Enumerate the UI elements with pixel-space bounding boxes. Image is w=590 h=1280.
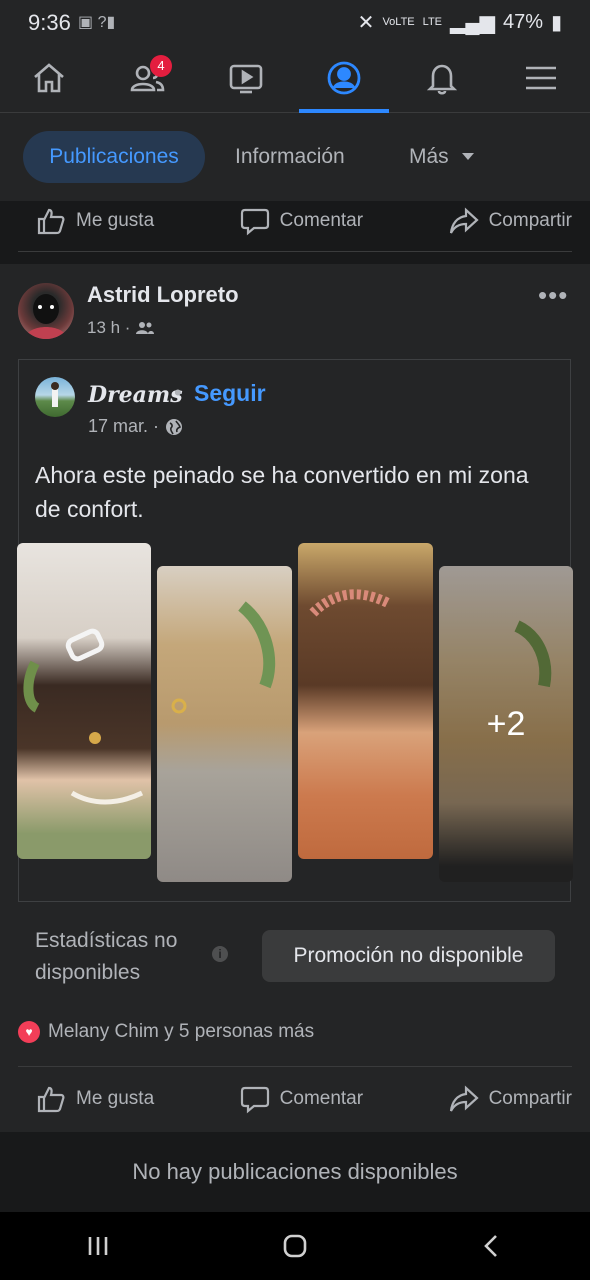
reactions-summary[interactable]: ♥ Melany Chim y 5 personas más <box>18 1021 314 1043</box>
comment-icon <box>240 1086 269 1114</box>
menu-icon <box>526 66 556 90</box>
recent-apps-icon[interactable] <box>83 1231 113 1261</box>
status-time: 9:36 <box>28 10 71 35</box>
photo-2[interactable] <box>157 566 292 882</box>
globe-icon <box>166 418 183 435</box>
share-button[interactable]: Compartir <box>449 1084 572 1114</box>
top-nav-bar: 4 <box>0 44 590 113</box>
reactions-text: Melany Chim y 5 personas más <box>48 1021 315 1042</box>
friends-badge: 4 <box>150 55 172 77</box>
share-label: Compartir <box>488 1088 572 1109</box>
post-text: Ahora este peinado se ha convertido en m… <box>35 462 529 522</box>
thumbs-up-icon <box>37 1086 65 1113</box>
shared-meta: 17 mar. · <box>88 416 183 437</box>
friends-audience-icon <box>136 322 155 334</box>
info-icon[interactable]: i <box>212 946 228 962</box>
more-photos-count: +2 <box>486 704 526 743</box>
comment-button[interactable]: Comentar <box>240 1084 363 1114</box>
status-bar: 9:36 ▣ ?▮ ✕ VoLTE LTE ▂▄▆ 47% ▮ <box>0 0 590 44</box>
promotion-button[interactable]: Promoción no disponible <box>262 930 555 982</box>
lte-label: LTE <box>422 16 443 28</box>
thumbs-up-icon <box>37 208 65 235</box>
separator-dot: • <box>174 380 182 405</box>
bell-icon <box>426 64 458 95</box>
tab-mas-label: Más <box>409 145 449 168</box>
post-meta: 13 h · <box>87 318 155 338</box>
post-author[interactable]: Astrid Lopreto <box>87 282 239 308</box>
like-button[interactable]: Me gusta <box>36 1084 154 1114</box>
share-label: Compartir <box>488 210 572 231</box>
volte-label: VoLTE <box>382 16 415 28</box>
signal-icon: ▂▄▆ <box>450 12 495 34</box>
share-icon <box>449 207 479 234</box>
post-actions: Me gusta Comentar Compartir <box>18 1068 572 1130</box>
like-button[interactable]: Me gusta <box>36 206 154 236</box>
photo-4[interactable]: +2 <box>439 566 573 882</box>
back-icon[interactable] <box>477 1231 507 1261</box>
comment-label: Comentar <box>279 210 364 231</box>
notification-icons: ▣ ?▮ <box>78 14 116 31</box>
divider <box>18 1066 572 1067</box>
tab-informacion[interactable]: Información <box>235 131 345 183</box>
home-button-icon[interactable] <box>280 1231 310 1261</box>
more-options-icon[interactable]: ••• <box>538 280 568 311</box>
battery-text: 47% <box>502 11 543 33</box>
nav-home[interactable] <box>0 44 98 112</box>
nav-notifications[interactable] <box>393 44 491 112</box>
status-right-icons: ✕ VoLTE LTE ▂▄▆ 47% ▮ <box>358 10 562 35</box>
prev-post-actions: Me gusta Comentar Compartir <box>18 190 572 252</box>
like-label: Me gusta <box>76 210 155 231</box>
system-nav-bar <box>0 1212 590 1280</box>
watch-icon <box>229 64 263 94</box>
home-icon <box>34 63 64 93</box>
nav-watch[interactable] <box>197 44 295 112</box>
nav-friends[interactable]: 4 <box>98 44 196 112</box>
tab-mas[interactable]: Más <box>409 131 475 183</box>
mute-icon: ✕ <box>357 12 375 34</box>
nav-profile[interactable] <box>295 44 393 112</box>
stats-text: Estadísticas no disponibles <box>35 929 178 984</box>
comment-icon <box>240 208 269 236</box>
author-avatar[interactable] <box>18 283 74 339</box>
heart-reaction-icon: ♥ <box>18 1021 40 1043</box>
share-button[interactable]: Compartir <box>449 206 572 236</box>
profile-tabs: Publicaciones Información Más <box>0 113 590 201</box>
page-name[interactable]: Dreams <box>88 382 183 408</box>
caret-down-icon <box>461 153 474 160</box>
page-avatar[interactable] <box>35 377 75 417</box>
share-icon <box>449 1085 479 1112</box>
tab-publicaciones[interactable]: Publicaciones <box>23 131 205 183</box>
comment-button[interactable]: Comentar <box>240 206 363 236</box>
like-label: Me gusta <box>76 1088 155 1109</box>
nav-menu[interactable] <box>492 44 590 112</box>
profile-icon <box>327 61 361 95</box>
follow-button[interactable]: Seguir <box>194 380 266 407</box>
photo-3[interactable] <box>298 543 433 859</box>
battery-icon: ▮ <box>550 12 562 34</box>
no-posts-message: No hay publicaciones disponibles <box>0 1132 590 1212</box>
shared-date: 17 mar. · <box>88 416 160 436</box>
divider <box>18 251 572 252</box>
photo-1[interactable] <box>17 543 151 859</box>
comment-label: Comentar <box>279 1088 364 1109</box>
post-time: 13 h · <box>87 318 131 337</box>
